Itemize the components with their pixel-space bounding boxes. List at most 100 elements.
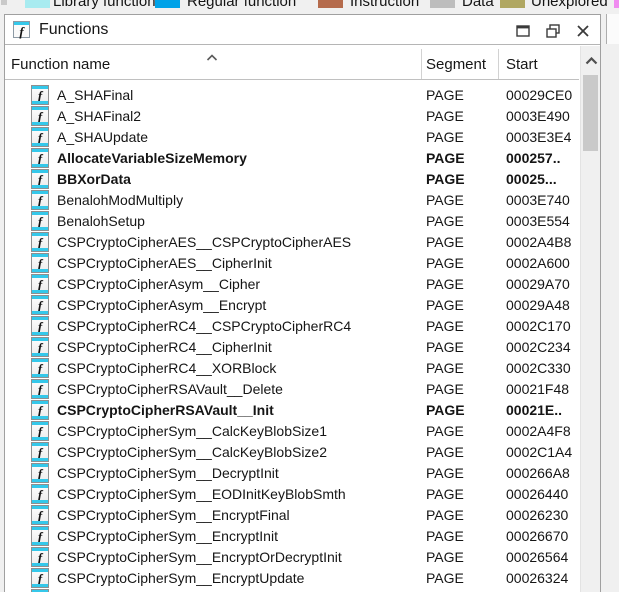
table-row[interactable]: fBenalohSetupPAGE0003E554 — [5, 211, 579, 232]
function-segment: PAGE — [426, 463, 496, 484]
function-start-address: 0002C234 — [506, 337, 579, 358]
function-name: BBXorData — [57, 169, 419, 190]
function-segment: PAGE — [426, 85, 496, 106]
legend-swatch-4 — [500, 0, 525, 8]
function-name: CSPCryptoCipherSym__EncryptInit — [57, 526, 419, 547]
function-segment: PAGE — [426, 295, 496, 316]
scroll-up-icon[interactable] — [581, 52, 601, 70]
table-row[interactable]: fCSPCryptoCipherRC4__CSPCryptoCipherRC4P… — [5, 316, 579, 337]
function-start-address: 000266A8 — [506, 463, 579, 484]
table-row[interactable]: f CSPCryptoCipherSym__EncryptUpdate PAGE 00… — [5, 568, 579, 589]
function-name: A_SHAFinal — [57, 85, 419, 106]
table-row[interactable]: fCSPCryptoCipherSym__EODInitKeyBlobSmthP… — [5, 484, 579, 505]
table-row[interactable]: fCSPCryptoCipherSym__EncryptOrDecryptIni… — [5, 547, 579, 568]
column-header-start[interactable]: Start — [506, 46, 578, 80]
function-name: CSPCryptoCipherRSAVault__Init — [57, 400, 419, 421]
table-row[interactable]: fAllocateVariableSizeMemoryPAGE000257.. — [5, 148, 579, 169]
column-divider[interactable] — [421, 49, 422, 79]
function-segment: PAGE — [426, 232, 496, 253]
table-row[interactable]: fCSPCryptoCipherAsym__EncryptPAGE00029A4… — [5, 295, 579, 316]
function-start-address: 00026230 — [506, 505, 579, 526]
function-start-address: 00026440 — [506, 484, 579, 505]
function-name: CSPCryptoCipherSym__EncryptUpdate — [57, 568, 419, 589]
function-start-address: 00026670 — [506, 526, 579, 547]
function-icon: f — [31, 421, 49, 441]
function-segment: PAGE — [426, 568, 496, 589]
scrollbar-thumb[interactable] — [583, 75, 598, 151]
function-icon: f — [31, 484, 49, 504]
legend-swatch-1 — [155, 0, 180, 8]
table-row[interactable]: f BBXorData PAGE 00025... — [5, 169, 579, 190]
function-name: BenalohModMultiply — [57, 190, 419, 211]
functions-window-titlebar[interactable]: f Functions — [5, 15, 600, 45]
legend-swatch-2 — [318, 0, 343, 8]
legend-label: Instruction — [350, 0, 419, 10]
function-icon: f — [31, 295, 49, 315]
column-header-function-name[interactable]: Function name — [11, 46, 419, 80]
function-name: CSPCryptoCipherAsym__Cipher — [57, 274, 419, 295]
function-icon: f — [31, 379, 49, 399]
maximize-button[interactable] — [514, 22, 532, 40]
function-segment: PAGE — [426, 190, 496, 211]
restore-button[interactable] — [544, 22, 562, 40]
function-segment: PAGE — [426, 547, 496, 568]
vertical-scrollbar[interactable] — [580, 46, 600, 592]
table-row[interactable]: fCSPCryptoCipherAES__CipherInitPAGE0002A… — [5, 253, 579, 274]
legend-swatch-0 — [25, 0, 50, 8]
close-icon[interactable] — [574, 22, 592, 40]
function-icon: f — [31, 85, 49, 105]
table-row[interactable]: fCSPCryptoCipherSym__EncryptInitPAGE0002… — [5, 526, 579, 547]
function-icon: f — [31, 400, 49, 420]
function-start-address: 0003E740 — [506, 190, 579, 211]
function-icon: f — [31, 337, 49, 357]
column-divider[interactable] — [498, 49, 499, 79]
function-icon: f — [31, 568, 49, 588]
function-segment: PAGE — [426, 127, 496, 148]
table-row[interactable]: fCSPCryptoCipherSym__EncryptFinalPAGE000… — [5, 505, 579, 526]
function-icon: f — [31, 442, 49, 462]
function-icon: f — [31, 232, 49, 252]
table-row[interactable]: f BenalohModMultiply PAGE 0003E740 — [5, 190, 579, 211]
table-row[interactable]: fCSPCryptoCipherAsym__CipherPAGE00029A70 — [5, 274, 579, 295]
function-start-address: 0003E554 — [506, 211, 579, 232]
function-start-address: 00026324 — [506, 568, 579, 589]
function-icon: f — [31, 190, 49, 210]
color-legend-bar: Library functionRegular functionInstruct… — [0, 0, 619, 13]
function-start-address: 000257.. — [506, 148, 579, 169]
function-name: CSPCryptoCipherSym__CalcKeyBlobSize2 — [57, 442, 419, 463]
function-icon: f — [31, 169, 49, 189]
table-row[interactable]: fCSPCryptoCipherRC4__CipherInitPAGE0002C… — [5, 337, 579, 358]
function-icon: f — [31, 106, 49, 126]
function-segment: PAGE — [426, 169, 496, 190]
table-row[interactable]: fA_SHAFinal2PAGE0003E490 — [5, 106, 579, 127]
table-row[interactable]: f CSPCryptoCipherAES__CSPCryptoCipherAES P… — [5, 232, 579, 253]
function-segment: PAGE — [426, 379, 496, 400]
function-name: CSPCryptoCipherSym__DecryptInit — [57, 463, 419, 484]
adjacent-panel-edge — [606, 14, 619, 44]
table-row[interactable]: fCSPCryptoCipherSym__DecryptInitPAGE0002… — [5, 463, 579, 484]
function-icon: f — [31, 316, 49, 336]
function-name: CSPCryptoCipherSym__EncryptFinal — [57, 505, 419, 526]
function-start-address: 0002C1A4 — [506, 442, 579, 463]
table-row[interactable]: fA_SHAUpdatePAGE0003E3E4 — [5, 127, 579, 148]
function-name: CSPCryptoCipherRC4__CipherInit — [57, 337, 419, 358]
table-row[interactable]: f A_SHAFinal PAGE 00029CE0 — [5, 85, 579, 106]
function-start-address: 0003E490 — [506, 106, 579, 127]
function-segment: PAGE — [426, 106, 496, 127]
function-start-address: 0002A4B8 — [506, 232, 579, 253]
function-start-address: 0002A600 — [506, 253, 579, 274]
column-header-segment[interactable]: Segment — [426, 46, 496, 80]
function-segment: PAGE — [426, 505, 496, 526]
function-segment: PAGE — [426, 316, 496, 337]
table-row[interactable]: fCSPCryptoCipherRSAVault__DeletePAGE0002… — [5, 379, 579, 400]
function-start-address: 00025... — [506, 169, 579, 190]
table-row[interactable]: fCSPCryptoCipherSym__CalcKeyBlobSize1PAG… — [5, 421, 579, 442]
legend-swatch-3 — [430, 0, 455, 8]
function-icon: f — [31, 148, 49, 168]
function-name: CSPCryptoCipherAES__CSPCryptoCipherAES — [57, 232, 419, 253]
table-row[interactable]: fCSPCryptoCipherSym__CalcKeyBlobSize2PAG… — [5, 442, 579, 463]
function-name: CSPCryptoCipherSym__EODInitKeyBlobSmth — [57, 484, 419, 505]
table-row[interactable]: fCSPCryptoCipherRC4__XORBlockPAGE0002C33… — [5, 358, 579, 379]
table-row[interactable]: fCSPCryptoCipherRSAVault__InitPAGE00021E… — [5, 400, 579, 421]
function-start-address: 00029CE0 — [506, 85, 579, 106]
